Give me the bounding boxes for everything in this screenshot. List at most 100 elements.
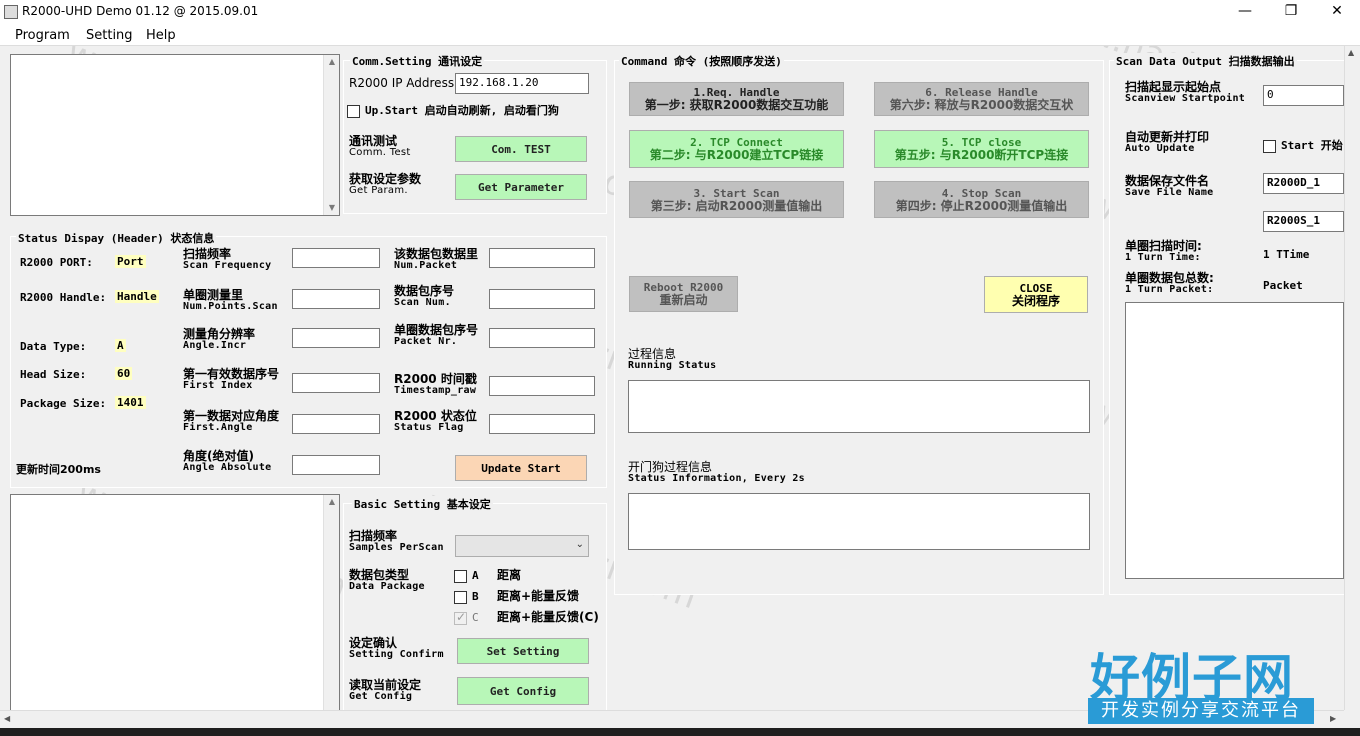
first-index-field[interactable] — [292, 373, 380, 393]
running-status-field[interactable] — [628, 380, 1090, 433]
turn-time-label: 单圈扫描时间: 1 Turn Time: — [1125, 239, 1202, 263]
window-scrollbar-vertical[interactable]: ▲ — [1344, 46, 1360, 710]
first-angle-field[interactable] — [292, 414, 380, 434]
chevron-up-icon[interactable]: ▲ — [324, 495, 340, 509]
log-textbox-top[interactable]: ▲ ▼ — [10, 54, 340, 216]
title-bar: R2000-UHD Demo 01.12 @ 2015.09.01 — ❐ ✕ — [0, 0, 1360, 24]
scrollbar[interactable]: ▲ ▼ — [323, 55, 339, 215]
turn-packet-value: Packet — [1263, 279, 1303, 292]
status-group — [10, 236, 607, 488]
basic-setting-title: Basic Setting 基本设定 — [352, 496, 493, 512]
first-index-label: 第一有效数据序号 First Index — [183, 367, 280, 391]
package-b-desc: 距离+能量反馈 — [497, 589, 580, 603]
save-file-input-2[interactable]: R2000S_1 — [1263, 211, 1344, 232]
menu-bar: Program Setting Help — [0, 24, 1360, 46]
minimize-button[interactable]: — — [1222, 0, 1268, 24]
handle-value: Handle — [115, 290, 159, 303]
num-packet-field[interactable] — [489, 248, 595, 268]
setting-confirm-label: 设定确认 Setting Confirm — [349, 636, 444, 660]
comm-test-button[interactable]: Com. TEST — [455, 136, 587, 162]
package-c-desc: 距离+能量反馈(C) — [497, 610, 599, 624]
get-config-button[interactable]: Get Config — [457, 677, 589, 705]
close-program-button[interactable]: CLOSE 关闭程序 — [984, 276, 1088, 313]
angle-absolute-field[interactable] — [292, 455, 380, 475]
menu-setting[interactable]: Setting — [86, 28, 133, 43]
scan-frequency-field[interactable] — [292, 248, 380, 268]
first-angle-label: 第一数据对应角度 First.Angle — [183, 409, 280, 433]
set-setting-button[interactable]: Set Setting — [457, 638, 589, 664]
auto-update-checkbox[interactable] — [1263, 140, 1276, 153]
get-param-label: 获取设定参数 Get Param. — [349, 172, 422, 196]
samples-select[interactable]: ⌄ — [455, 535, 589, 557]
package-c-checkbox[interactable]: ✓ — [454, 610, 467, 625]
save-file-input-1[interactable]: R2000D_1 — [1263, 173, 1344, 194]
scan-output-title: Scan Data Output 扫描数据输出 — [1114, 53, 1297, 69]
packet-nr-label: 单圈数据包序号 Packet Nr. — [394, 323, 479, 347]
window-title: R2000-UHD Demo 01.12 @ 2015.09.01 — [22, 4, 259, 18]
scan-num-field[interactable] — [489, 289, 595, 309]
chevron-down-icon[interactable]: ▼ — [324, 201, 340, 215]
ip-label: R2000 IP Address — [349, 76, 455, 90]
tcp-connect-button[interactable]: 2. TCP Connect 第二步: 与R2000建立TCP链接 — [629, 130, 844, 168]
maximize-button[interactable]: ❐ — [1268, 0, 1314, 24]
req-handle-button[interactable]: 1.Req. Handle 第一步: 获取R2000数据交互功能 — [629, 82, 844, 116]
app-icon — [4, 5, 18, 19]
chevron-right-icon[interactable]: ▶ — [1330, 714, 1336, 723]
checkmark-icon: ✓ — [456, 610, 467, 624]
chevron-left-icon[interactable]: ◀ — [4, 714, 10, 723]
status-title: Status Dispay (Header) 状态信息 — [16, 230, 217, 246]
command-title: Command 命令 (按照顺序发送) — [619, 53, 784, 69]
release-handle-button[interactable]: 6. Release Handle 第六步: 释放与R2000数据交互状 — [874, 82, 1089, 116]
port-label: R2000 PORT: — [20, 256, 93, 269]
refresh-label: 更新时间200ms — [16, 463, 101, 476]
get-config-label: 读取当前设定 Get Config — [349, 678, 422, 702]
scrollbar[interactable]: ▲ — [323, 495, 339, 711]
start-scan-button[interactable]: 3. Start Scan 第三步: 启动R2000测量值输出 — [629, 181, 844, 218]
chevron-down-icon: ⌄ — [575, 539, 584, 550]
package-b-checkbox[interactable] — [454, 591, 467, 604]
data-package-label: 数据包类型 Data Package — [349, 568, 425, 592]
angle-incr-field[interactable] — [292, 328, 380, 348]
update-start-button[interactable]: Update Start — [455, 455, 587, 481]
brand-watermark: 好例子网 开发实例分享交流平台 — [1088, 638, 1314, 730]
upstart-label: Up.Start 启动自动刷新, 启动看门狗 — [365, 104, 559, 117]
num-points-label: 单圈测量里 Num.Points.Scan — [183, 288, 278, 312]
status-flag-field[interactable] — [489, 414, 595, 434]
head-size-label: Head Size: — [20, 368, 87, 381]
scan-num-label: 数据包序号 Scan Num. — [394, 284, 455, 308]
close-button[interactable]: ✕ — [1314, 0, 1360, 24]
get-parameter-button[interactable]: Get Parameter — [455, 174, 587, 200]
status-flag-label: R2000 状态位 Status Flag — [394, 409, 477, 433]
scanview-start-input[interactable]: 0 — [1263, 85, 1344, 106]
timestamp-field[interactable] — [489, 376, 595, 396]
auto-update-checkbox-label: Start 开始 — [1281, 139, 1343, 152]
ip-address-input[interactable]: 192.168.1.20 — [455, 73, 589, 94]
stop-scan-button[interactable]: 4. Stop Scan 第四步: 停止R2000测量值输出 — [874, 181, 1089, 218]
scanview-start-label: 扫描起显示起始点 Scanview Startpoint — [1125, 80, 1246, 104]
chevron-up-icon[interactable]: ▲ — [1348, 48, 1354, 57]
save-file-label: 数据保存文件名 Save File Name — [1125, 174, 1214, 198]
samples-label: 扫描频率 Samples PerScan — [349, 529, 444, 553]
menu-program[interactable]: Program — [15, 28, 70, 43]
chevron-up-icon[interactable]: ▲ — [324, 55, 340, 69]
menu-help[interactable]: Help — [146, 28, 176, 43]
reboot-button[interactable]: Reboot R2000 重新启动 — [629, 276, 738, 312]
upstart-checkbox[interactable] — [347, 105, 360, 118]
package-a-checkbox[interactable] — [454, 570, 467, 583]
taskbar — [0, 728, 1360, 736]
log-textbox-bottom[interactable]: ▲ — [10, 494, 340, 712]
packet-nr-field[interactable] — [489, 328, 595, 348]
tcp-close-button[interactable]: 5. TCP close 第五步: 与R2000断开TCP连接 — [874, 130, 1089, 168]
auto-update-label: 自动更新并打印 Auto Update — [1125, 130, 1210, 154]
turn-time-value: 1 TTime — [1263, 248, 1310, 261]
num-points-field[interactable] — [292, 289, 380, 309]
package-a-desc: 距离 — [497, 568, 522, 582]
head-size-value: 60 — [115, 367, 133, 380]
watchdog-status-field[interactable] — [628, 493, 1090, 550]
package-c-label: C — [472, 611, 479, 624]
package-b-label: B — [472, 590, 479, 603]
package-size-value: 1401 — [115, 396, 146, 409]
scan-data-output-field[interactable] — [1125, 302, 1344, 579]
turn-packet-label: 单圈数据包总数: 1 Turn Packet: — [1125, 271, 1214, 295]
data-type-label: Data Type: — [20, 340, 87, 353]
